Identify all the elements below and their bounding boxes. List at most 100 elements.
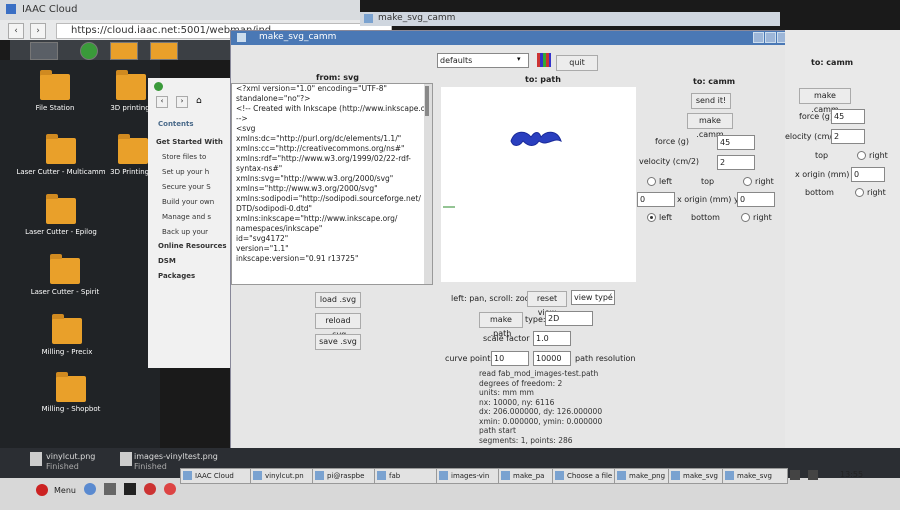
from-svg-label: from: svg xyxy=(316,73,359,82)
origin-right-top-radio[interactable] xyxy=(743,177,752,186)
help-icon xyxy=(154,82,163,91)
send-it-button[interactable]: send it! xyxy=(691,93,731,109)
path-resolution-input[interactable]: 10000 xyxy=(533,351,571,366)
origin-y-input[interactable]: 0 xyxy=(737,192,775,207)
terminal-icon[interactable] xyxy=(124,483,136,495)
origin-label: x origin (mm) y xyxy=(677,195,739,204)
help-item[interactable]: Back up your xyxy=(162,228,208,236)
download-name[interactable]: images-vinyltest.png xyxy=(134,452,218,461)
file-station-icon[interactable] xyxy=(110,42,138,60)
make-path-button[interactable]: make .path xyxy=(479,312,523,338)
desktop-toolbar xyxy=(10,40,250,60)
right-label: right xyxy=(755,177,774,186)
to-camm-label: to: camm xyxy=(693,77,736,86)
folder-icon[interactable] xyxy=(50,254,80,284)
reset-view-button[interactable]: reset view xyxy=(527,291,567,317)
info-line: path start xyxy=(479,426,516,435)
forward-icon[interactable]: › xyxy=(30,23,46,39)
right-label: right xyxy=(867,188,886,197)
help-item[interactable]: DSM xyxy=(158,257,176,265)
second-camm-window: to: camm make .camm force (g) 45 elocity… xyxy=(785,30,900,470)
view-type-select[interactable]: view typé xyxy=(571,290,615,305)
make-camm-button[interactable]: make .camm xyxy=(687,113,733,139)
download-status: Finished xyxy=(46,462,79,471)
origin-right-bottom-radio[interactable] xyxy=(855,188,864,197)
task-make-svg-2[interactable]: make_svg xyxy=(722,468,788,484)
scale-factor-label: scale factor xyxy=(483,334,530,343)
app-icon[interactable] xyxy=(144,483,156,495)
path-info-output: read fab_mod_images-test.path degrees of… xyxy=(479,369,679,445)
folder-icon[interactable] xyxy=(116,70,146,100)
quit-button[interactable]: quit xyxy=(556,55,598,71)
help-item[interactable]: Store files to xyxy=(162,153,206,161)
app-icon[interactable] xyxy=(164,483,176,495)
save-svg-button[interactable]: save .svg xyxy=(315,334,361,350)
help-item[interactable]: Online Resources xyxy=(158,242,227,250)
curve-points-input[interactable]: 10 xyxy=(491,351,529,366)
folder-icon[interactable] xyxy=(46,134,76,164)
origin-left-top-radio[interactable] xyxy=(647,177,656,186)
browser-title-bar: IAAC Cloud xyxy=(0,0,360,20)
download-status: Finished xyxy=(134,462,167,471)
scale-factor-input[interactable]: 1.0 xyxy=(533,331,571,346)
reload-svg-button[interactable]: reload .svg xyxy=(315,313,361,339)
path-preview-canvas[interactable] xyxy=(441,87,636,282)
force-label: force (g) xyxy=(799,112,834,121)
origin-y-input[interactable]: 0 xyxy=(851,167,885,182)
velocity-input[interactable]: 2 xyxy=(717,155,755,170)
home-icon[interactable]: ⌂ xyxy=(196,96,208,106)
origin-x-input[interactable]: 0 xyxy=(637,192,675,207)
svg-source-line: --> xyxy=(236,114,248,123)
defaults-select[interactable]: defaults xyxy=(437,53,529,68)
help-item[interactable]: Build your own xyxy=(162,198,214,206)
file-station-icon-2[interactable] xyxy=(150,42,178,60)
network-icon[interactable] xyxy=(790,470,800,480)
info-line: nx: 10000, ny: 6116 xyxy=(479,397,555,407)
folder-icon[interactable] xyxy=(46,194,76,224)
origin-right-top-radio[interactable] xyxy=(857,151,866,160)
type-select[interactable]: 2D xyxy=(545,311,593,326)
folder-icon[interactable] xyxy=(52,314,82,344)
velocity-input[interactable]: 2 xyxy=(831,129,865,144)
help-item[interactable]: Set up your h xyxy=(162,168,209,176)
scrollbar[interactable] xyxy=(424,84,432,284)
maximize-icon[interactable] xyxy=(765,32,776,43)
svg-source-line: xmlns:inkscape="http://www.inkscape.org/ xyxy=(236,214,398,223)
volume-icon[interactable] xyxy=(808,470,818,480)
color-grid-icon[interactable] xyxy=(537,53,551,67)
force-input[interactable]: 45 xyxy=(717,135,755,150)
load-svg-button[interactable]: load .svg xyxy=(315,292,361,308)
force-input[interactable]: 45 xyxy=(831,109,865,124)
type-label: type: xyxy=(525,315,546,324)
desktop-icon-label: Laser Cutter - Spirit xyxy=(30,288,100,296)
right-label: right xyxy=(753,213,772,222)
svg-source-line: <?xml version="1.0" encoding="UTF-8" xyxy=(236,84,387,93)
help-item[interactable]: Manage and s xyxy=(162,213,211,221)
minimize-icon[interactable] xyxy=(753,32,764,43)
main-menu-icon[interactable] xyxy=(30,42,58,60)
raspberry-menu-icon[interactable] xyxy=(36,484,48,496)
help-icon[interactable] xyxy=(80,42,98,60)
browser-icon[interactable] xyxy=(84,483,96,495)
svg-source-line: syntax-ns#" xyxy=(236,164,283,173)
menu-button[interactable]: Menu xyxy=(54,486,76,495)
help-item[interactable]: Packages xyxy=(158,272,195,280)
folder-icon[interactable] xyxy=(56,372,86,402)
file-manager-icon[interactable] xyxy=(104,483,116,495)
clock: 13:55 xyxy=(840,470,864,479)
back-icon[interactable]: ‹ xyxy=(156,96,168,108)
svg-source-textarea[interactable]: <?xml version="1.0" encoding="UTF-8" stan… xyxy=(231,83,433,285)
svg-source-line: xmlns:rdf="http://www.w3.org/1999/02/22-… xyxy=(236,154,411,163)
help-item[interactable]: Secure your S xyxy=(162,183,211,191)
folder-icon[interactable] xyxy=(40,70,70,100)
desktop-icon-label: Milling - Shopbot xyxy=(41,405,101,413)
svg-source-line: xmlns="http://www.w3.org/2000/svg" xyxy=(236,184,378,193)
forward-icon[interactable]: › xyxy=(176,96,188,108)
origin-right-bottom-radio[interactable] xyxy=(741,213,750,222)
download-name[interactable]: vinylcut.png xyxy=(46,452,95,461)
back-icon[interactable]: ‹ xyxy=(8,23,24,39)
make-camm-button[interactable]: make .camm xyxy=(799,88,851,114)
help-item[interactable]: Get Started With xyxy=(156,138,223,146)
folder-icon[interactable] xyxy=(118,134,148,164)
origin-left-bottom-radio[interactable] xyxy=(647,213,656,222)
